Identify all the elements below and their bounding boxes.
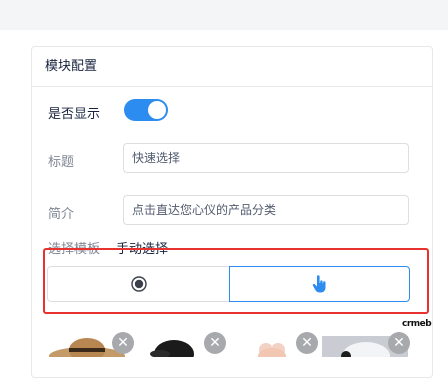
card-title: 模块配置 [32, 47, 432, 87]
template-option-radio[interactable] [47, 266, 230, 302]
intro-label: 简介 [48, 207, 75, 222]
show-label: 是否显示 [48, 107, 101, 122]
toggle-knob [148, 101, 166, 119]
intro-input[interactable]: 点击直达您心仪的产品分类 [123, 195, 409, 225]
title-input[interactable]: 快速选择 [123, 143, 409, 173]
pointer-hand-icon [312, 275, 328, 293]
close-icon[interactable]: ✕ [204, 332, 226, 354]
title-label: 标题 [48, 155, 75, 170]
radio-icon [130, 276, 147, 292]
thumb-black-cap [140, 336, 204, 357]
template-option-pointer[interactable] [229, 266, 410, 302]
close-icon[interactable]: ✕ [388, 332, 410, 354]
module-config-card: 模块配置 是否显示 标题 快速选择 简介 点击直达您心仪的产品分类 选择模板 手… [31, 46, 433, 378]
brand-logo: crmeb [402, 319, 432, 329]
close-icon[interactable]: ✕ [296, 332, 318, 354]
show-toggle[interactable] [124, 99, 168, 121]
close-icon[interactable]: ✕ [112, 332, 134, 354]
top-bar [0, 0, 448, 30]
